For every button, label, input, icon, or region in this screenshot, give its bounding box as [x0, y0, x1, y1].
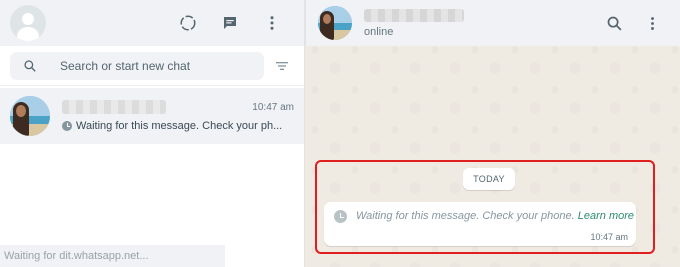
- contact-info: online: [364, 8, 464, 38]
- my-profile-avatar[interactable]: [10, 5, 46, 41]
- message-text: Waiting for this message. Check your pho…: [356, 210, 575, 222]
- blurred-contact-name: [62, 100, 166, 114]
- chat-preview: Waiting for this message. Check your ph.…: [76, 120, 283, 132]
- search-box[interactable]: [10, 51, 264, 80]
- chat-list-item[interactable]: 10:47 am Waiting for this message. Check…: [0, 88, 304, 144]
- message-bubble[interactable]: Waiting for this message. Check your pho…: [324, 202, 636, 246]
- avatar-head-shape: [22, 13, 34, 25]
- conversation-header[interactable]: online: [305, 0, 680, 46]
- avatar-body-shape: [17, 27, 39, 41]
- new-chat-icon[interactable]: [220, 13, 240, 33]
- avatar-photo-face: [16, 105, 26, 117]
- message-time: 10:47 am: [590, 232, 628, 242]
- chat-info: 10:47 am Waiting for this message. Check…: [62, 100, 294, 132]
- browser-status-bar: Waiting for dit.whatsapp.net...: [0, 245, 225, 267]
- contact-avatar[interactable]: [318, 6, 352, 40]
- search-row: [0, 46, 304, 86]
- chat-list-panel: 10:47 am Waiting for this message. Check…: [0, 0, 305, 267]
- learn-more-link[interactable]: Learn more: [578, 210, 634, 222]
- menu-dots-icon[interactable]: [262, 13, 282, 33]
- blurred-contact-title: [364, 8, 464, 22]
- chat-top-row: 10:47 am: [62, 100, 294, 114]
- search-input[interactable]: [60, 58, 230, 73]
- chat-time: 10:47 am: [252, 101, 294, 113]
- contact-photo-face: [323, 14, 331, 24]
- search-messages-icon[interactable]: [604, 13, 624, 33]
- filter-icon[interactable]: [272, 56, 292, 76]
- whatsapp-web-app: 10:47 am Waiting for this message. Check…: [0, 0, 680, 267]
- waiting-clock-icon: [334, 210, 347, 223]
- chat-bottom-row: Waiting for this message. Check your ph.…: [62, 120, 294, 132]
- date-divider: TODAY: [463, 168, 515, 190]
- left-header-actions: [178, 13, 294, 33]
- conversation-actions: [604, 13, 668, 33]
- status-icon[interactable]: [178, 13, 198, 33]
- clock-icon: [62, 121, 72, 131]
- contact-status: online: [364, 25, 394, 38]
- conversation-menu-icon[interactable]: [642, 13, 662, 33]
- search-icon[interactable]: [22, 58, 38, 74]
- message-text-line: Waiting for this message. Check your pho…: [356, 210, 634, 222]
- left-header: [0, 0, 304, 46]
- chat-avatar: [10, 96, 50, 136]
